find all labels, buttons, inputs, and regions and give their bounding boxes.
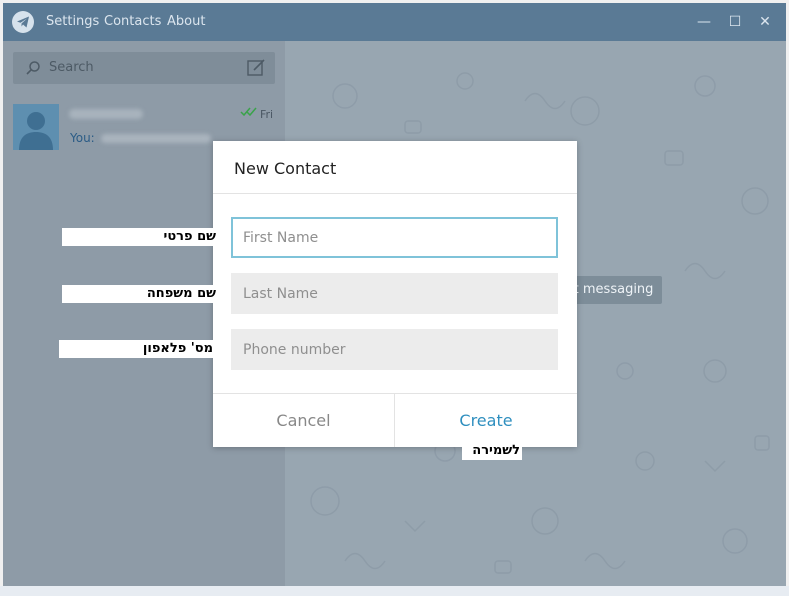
compose-icon[interactable]: [247, 59, 265, 77]
annotation-last-name: שם משפחה: [62, 285, 222, 303]
last-name-field[interactable]: [231, 273, 558, 314]
cancel-button[interactable]: Cancel: [213, 394, 394, 447]
phone-number-field[interactable]: [231, 329, 558, 370]
chat-message-redacted: [101, 134, 211, 143]
maximize-button[interactable]: ☐: [726, 13, 744, 31]
chat-name-redacted: [69, 109, 143, 119]
menu-settings[interactable]: Settings: [46, 3, 99, 41]
search-box[interactable]: Search: [13, 52, 275, 84]
chat-you-label: You:: [70, 131, 95, 145]
annotation-save: לשמירה: [462, 442, 522, 460]
create-button[interactable]: Create: [395, 394, 577, 447]
avatar: [13, 104, 59, 150]
new-contact-dialog: New Contact Cancel Create: [213, 141, 577, 447]
search-placeholder: Search: [49, 60, 94, 75]
menu-about[interactable]: About: [167, 3, 205, 41]
divider: [213, 193, 577, 194]
annotation-first-name: שם פרטי: [62, 228, 222, 246]
telegram-logo-icon: [12, 11, 34, 33]
close-button[interactable]: ✕: [756, 13, 774, 31]
title-bar: Settings Contacts About — ☐ ✕: [3, 3, 786, 41]
menu-contacts[interactable]: Contacts: [104, 3, 161, 41]
search-icon: [26, 61, 40, 75]
minimize-button[interactable]: —: [695, 13, 713, 31]
dialog-title: New Contact: [234, 159, 337, 178]
double-check-icon: [240, 107, 257, 117]
first-name-field[interactable]: [231, 217, 558, 258]
bottom-edge: [0, 586, 789, 596]
annotation-phone: מס' פלאפון: [59, 340, 219, 358]
user-silhouette-icon: [19, 112, 53, 150]
chat-time: Fri: [260, 108, 274, 121]
